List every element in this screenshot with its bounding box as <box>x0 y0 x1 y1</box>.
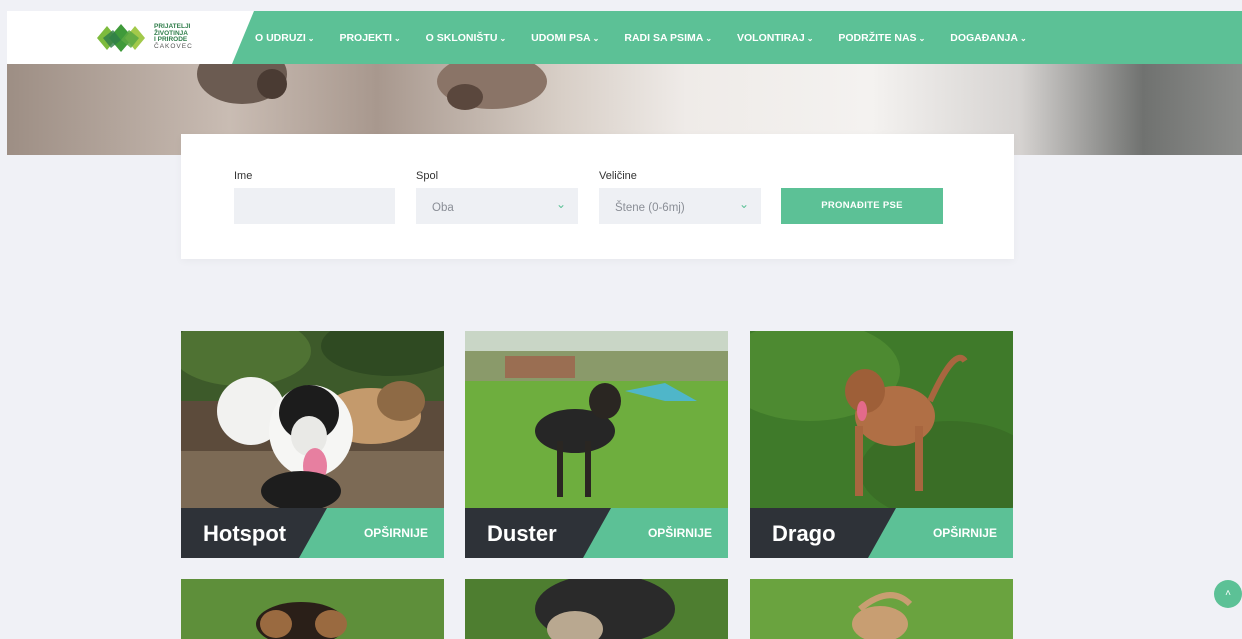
nav-item-podrzite-nas[interactable]: PODRŽITE NAS ⌄ <box>838 32 925 44</box>
dog-photo <box>750 579 1013 639</box>
logo[interactable]: PRIJATELJI ŽIVOTINJA I PRIRODE ČAKOVEC <box>95 22 205 54</box>
dog-photo <box>465 331 728 508</box>
chevron-up-icon: ˄ <box>1225 588 1231 599</box>
chevron-down-icon: ⌄ <box>1019 33 1027 43</box>
nav-item-o-sklonistu[interactable]: O SKLONIŠTU ⌄ <box>426 32 506 44</box>
nav-item-projekti[interactable]: PROJEKTI ⌄ <box>339 32 400 44</box>
hero-hand-shape <box>447 84 483 110</box>
find-dogs-button[interactable]: PRONAĐITE PSE <box>781 188 943 224</box>
nav-item-o-udruzi[interactable]: O UDRUZI ⌄ <box>255 32 314 44</box>
more-button[interactable]: OPŠIRNIJE <box>364 526 428 540</box>
more-button[interactable]: OPŠIRNIJE <box>933 526 997 540</box>
dog-photo <box>181 331 444 508</box>
hero-hand-shape <box>257 69 287 99</box>
dog-card-duster[interactable]: Duster OPŠIRNIJE <box>465 331 728 558</box>
chevron-down-icon: ⌄ <box>499 33 507 43</box>
size-label: Veličine <box>599 170 637 182</box>
dog-card[interactable] <box>750 579 1013 639</box>
chevron-down-icon: ⌄ <box>555 197 566 211</box>
chevron-down-icon: ⌄ <box>393 33 401 43</box>
dog-photo <box>181 579 444 639</box>
dog-photo <box>465 579 728 639</box>
main-nav: O UDRUZI ⌄ PROJEKTI ⌄ O SKLONIŠTU ⌄ UDOMI P… <box>255 11 1052 64</box>
size-select[interactable]: Štene (0-6mj) ⌄ <box>599 188 761 224</box>
chevron-down-icon: ⌄ <box>307 33 315 43</box>
nav-item-udomi-psa[interactable]: UDOMI PSA ⌄ <box>531 32 599 44</box>
dog-card-hotspot[interactable]: Hotspot OPŠIRNIJE <box>181 331 444 558</box>
logo-tree-icon <box>97 24 145 52</box>
logo-text: PRIJATELJI ŽIVOTINJA I PRIRODE ČAKOVEC <box>154 23 193 50</box>
sex-label: Spol <box>416 170 439 182</box>
dog-filter-form: Ime Spol Oba ⌄ Veličine Štene (0-6mj) ⌄ … <box>181 134 1014 259</box>
chevron-down-icon: ⌄ <box>705 33 713 43</box>
dog-card-drago[interactable]: Drago OPŠIRNIJE <box>750 331 1013 558</box>
scroll-to-top-button[interactable]: ˄ <box>1214 580 1242 608</box>
chevron-down-icon: ⌄ <box>918 33 926 43</box>
sex-select[interactable]: Oba ⌄ <box>416 188 578 224</box>
sex-select-value: Oba <box>432 202 454 214</box>
nav-item-radi-sa-psima[interactable]: RADI SA PSIMA ⌄ <box>624 32 712 44</box>
dog-card[interactable] <box>465 579 728 639</box>
dog-card[interactable] <box>181 579 444 639</box>
site-header: PRIJATELJI ŽIVOTINJA I PRIRODE ČAKOVEC O… <box>7 11 1242 64</box>
name-input[interactable] <box>234 188 395 224</box>
dog-name: Drago <box>772 521 836 546</box>
chevron-down-icon: ⌄ <box>592 33 600 43</box>
dog-photo <box>750 331 1013 508</box>
dog-name: Hotspot <box>203 521 287 546</box>
dog-name: Duster <box>487 521 557 546</box>
chevron-down-icon: ⌄ <box>806 33 814 43</box>
chevron-down-icon: ⌄ <box>738 197 749 211</box>
nav-item-dogadanja[interactable]: DOGAĐANJA ⌄ <box>950 32 1026 44</box>
nav-item-volontiraj[interactable]: VOLONTIRAJ ⌄ <box>737 32 813 44</box>
name-label: Ime <box>234 170 253 182</box>
more-button[interactable]: OPŠIRNIJE <box>648 526 712 540</box>
size-select-value: Štene (0-6mj) <box>615 202 685 214</box>
